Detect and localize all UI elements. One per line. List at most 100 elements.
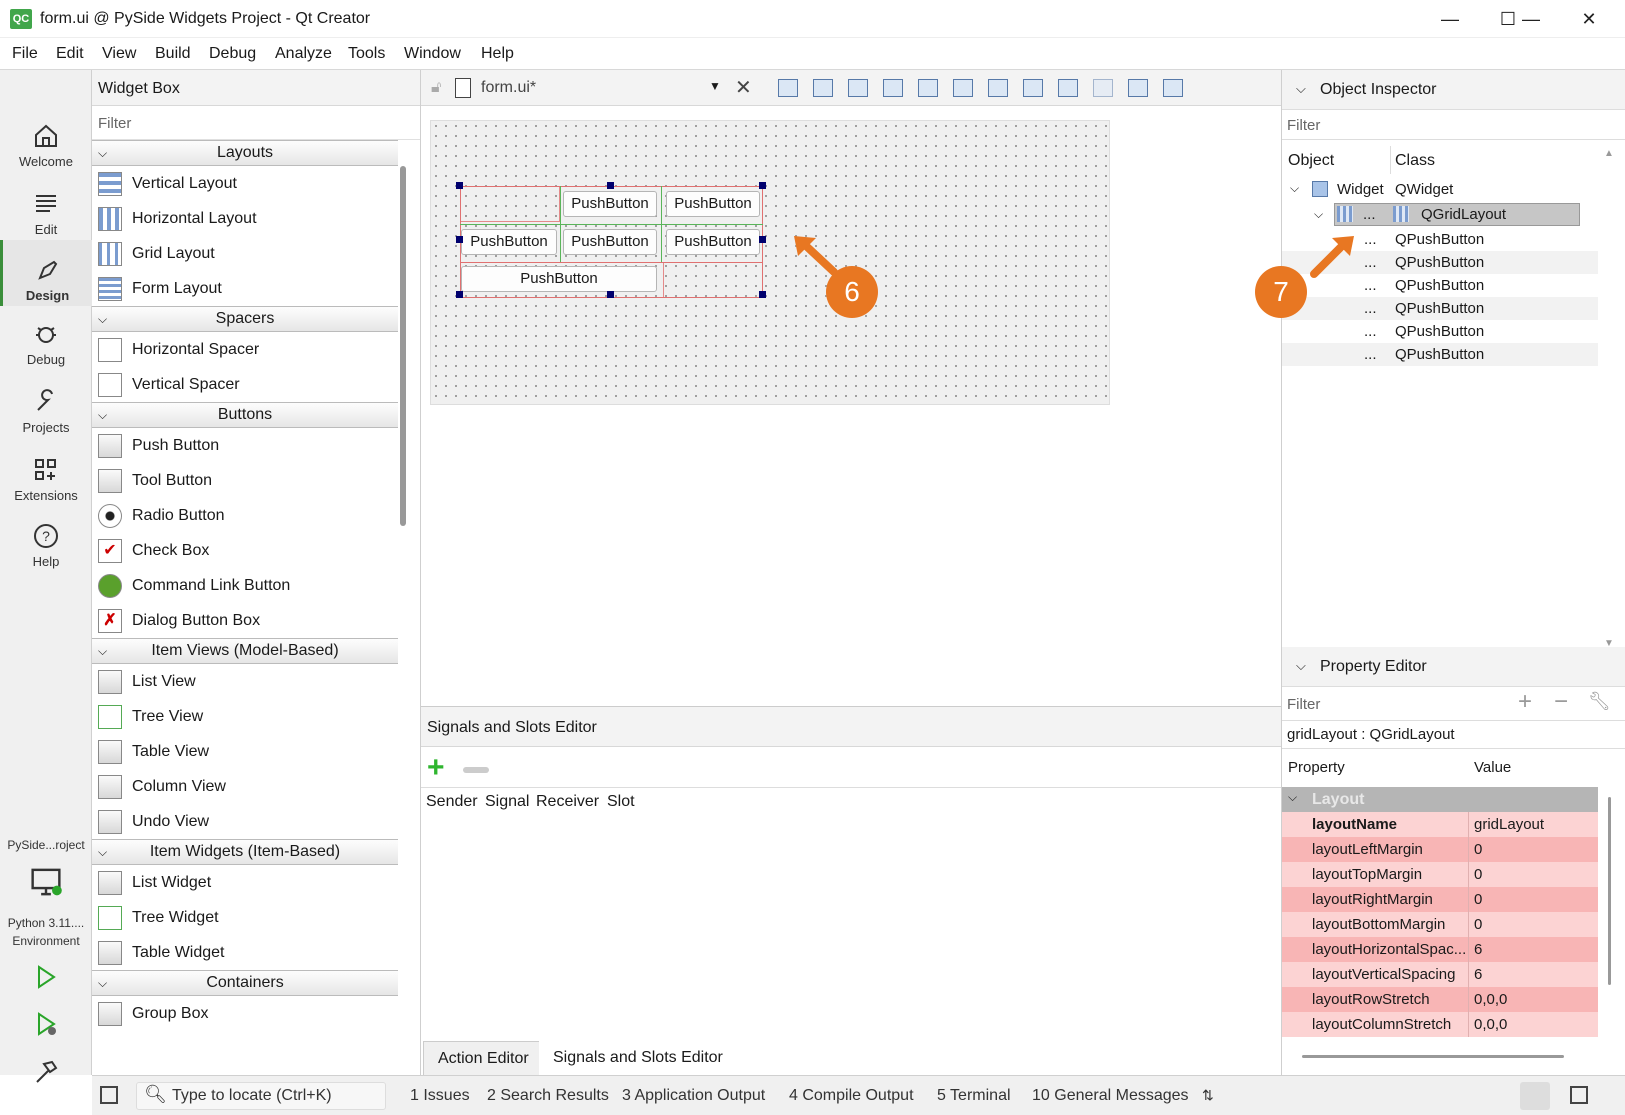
menu-build[interactable]: Build [155, 45, 191, 63]
edit-signals-slots-icon[interactable] [813, 79, 833, 97]
resize-handle[interactable] [759, 236, 766, 243]
toggle-right-sidebar-icon[interactable] [1570, 1086, 1588, 1104]
mode-help[interactable]: ? Help [0, 522, 92, 569]
widget-item-list-view[interactable]: List View [92, 664, 398, 699]
widget-item-grid-layout[interactable]: Grid Layout [92, 236, 398, 271]
widget-item-undo-view[interactable]: Undo View [92, 804, 398, 839]
tab-signals-slots-editor[interactable]: Signals and Slots Editor [539, 1041, 737, 1075]
output-pane-search-results[interactable]: 2 Search Results [487, 1087, 609, 1105]
property-value[interactable]: 0 [1474, 866, 1482, 883]
widget-item-vertical-spacer[interactable]: Vertical Spacer [92, 367, 398, 402]
debug-run-button[interactable] [0, 1010, 92, 1042]
property-value[interactable]: gridLayout [1474, 816, 1544, 833]
resize-handle[interactable] [456, 236, 463, 243]
menu-help[interactable]: Help [481, 45, 514, 63]
open-document-selector[interactable]: form.ui* [481, 79, 536, 97]
column-signal[interactable]: Signal [485, 793, 529, 811]
tree-row-pushbutton[interactable]: ... QPushButton [1282, 343, 1598, 366]
widget-item-list-widget[interactable]: List Widget [92, 865, 398, 900]
tab-action-editor[interactable]: Action Editor [423, 1041, 544, 1075]
output-pane-general-messages[interactable]: 10 General Messages [1032, 1087, 1189, 1105]
property-row[interactable]: layoutVerticalSpacing 6 [1282, 962, 1598, 987]
widget-item-command-link-button[interactable]: Command Link Button [92, 568, 398, 603]
edit-widgets-icon[interactable] [778, 79, 798, 97]
edit-tab-order-icon[interactable] [883, 79, 903, 97]
property-hscrollbar[interactable] [1302, 1055, 1564, 1058]
mode-debug[interactable]: Debug [0, 320, 92, 367]
menu-tools[interactable]: Tools [348, 45, 385, 63]
push-button-2[interactable]: PushButton [666, 191, 760, 217]
menu-view[interactable]: View [102, 45, 136, 63]
column-object[interactable]: Object [1288, 152, 1334, 170]
property-group-layout[interactable]: ⌵ Layout [1282, 787, 1598, 812]
break-layout-icon[interactable] [1128, 79, 1148, 97]
push-button-1[interactable]: PushButton [563, 191, 657, 217]
property-vscrollbar[interactable] [1608, 797, 1611, 985]
widget-item-form-layout[interactable]: Form Layout [92, 271, 398, 306]
resize-handle[interactable] [607, 291, 614, 298]
property-row[interactable]: layoutRowStretch 0,0,0 [1282, 987, 1598, 1012]
object-inspector-filter-input[interactable]: Filter [1282, 110, 1625, 140]
layout-horizontal-splitter-icon[interactable] [988, 79, 1008, 97]
property-row[interactable]: layoutBottomMargin 0 [1282, 912, 1598, 937]
resize-handle[interactable] [456, 182, 463, 189]
widget-item-horizontal-spacer[interactable]: Horizontal Spacer [92, 332, 398, 367]
category-buttons[interactable]: ⌵ Buttons [92, 402, 398, 428]
mode-welcome[interactable]: Welcome [0, 122, 92, 169]
mode-design[interactable]: Design [0, 240, 92, 306]
widget-box-scrollbar[interactable] [400, 166, 406, 526]
output-pane-application-output[interactable]: 3 Application Output [622, 1087, 765, 1105]
run-button[interactable] [0, 963, 92, 995]
push-button-4[interactable]: PushButton [563, 229, 657, 255]
category-layouts[interactable]: ⌵ Layouts [92, 140, 398, 166]
resize-handle[interactable] [759, 182, 766, 189]
add-property-icon[interactable]: + [1518, 688, 1532, 716]
menu-debug[interactable]: Debug [209, 45, 256, 63]
dropdown-arrow-icon[interactable]: ▼ [709, 79, 721, 93]
widget-item-tool-button[interactable]: Tool Button [92, 463, 398, 498]
push-button-6[interactable]: PushButton [461, 266, 657, 292]
widget-item-push-button[interactable]: Push Button [92, 428, 398, 463]
category-item-views[interactable]: ⌵ Item Views (Model-Based) [92, 638, 398, 664]
tree-row-gridlayout[interactable]: ... QGridLayout [1334, 203, 1580, 226]
property-row[interactable]: layoutLeftMargin 0 [1282, 837, 1598, 862]
resize-handle[interactable] [759, 291, 766, 298]
mode-extensions[interactable]: Extensions [0, 456, 92, 503]
tree-row-pushbutton[interactable]: ... QPushButton [1282, 320, 1598, 343]
resize-handle[interactable] [607, 182, 614, 189]
property-value[interactable]: 0,0,0 [1474, 1016, 1507, 1033]
widget-item-vertical-layout[interactable]: Vertical Layout [92, 166, 398, 201]
property-value[interactable]: 0 [1474, 841, 1482, 858]
property-row[interactable]: layoutHorizontalSpac... 6 [1282, 937, 1598, 962]
push-button-3[interactable]: PushButton [461, 229, 557, 255]
property-editor-filter-input[interactable]: Filter + − 🔧︎ [1282, 687, 1625, 721]
layout-vertically-icon[interactable] [953, 79, 973, 97]
property-value[interactable]: 0 [1474, 891, 1482, 908]
widget-item-table-view[interactable]: Table View [92, 734, 398, 769]
column-property[interactable]: Property [1288, 759, 1345, 776]
toggle-sidebar-icon[interactable] [100, 1086, 118, 1104]
column-sender[interactable]: Sender [426, 793, 478, 811]
column-slot[interactable]: Slot [607, 793, 635, 811]
widget-item-check-box[interactable]: ✔ Check Box [92, 533, 398, 568]
output-pane-terminal[interactable]: 5 Terminal [937, 1087, 1011, 1105]
widget-box-filter-input[interactable]: Filter [92, 106, 420, 140]
build-button[interactable] [0, 1058, 92, 1090]
more-panes-arrows-icon[interactable]: ⇅ [1202, 1087, 1214, 1104]
property-value[interactable]: 6 [1474, 941, 1482, 958]
add-connection-icon[interactable]: + [427, 753, 445, 783]
progress-details-icon[interactable] [1520, 1082, 1550, 1110]
scroll-up-icon[interactable]: ▲ [1604, 148, 1614, 159]
widget-item-group-box[interactable]: Group Box [92, 996, 398, 1031]
output-pane-issues[interactable]: 1 Issues [410, 1087, 470, 1105]
widget-item-dialog-button-box[interactable]: ✗ Dialog Button Box [92, 603, 398, 638]
menu-window[interactable]: Window [404, 45, 461, 63]
category-spacers[interactable]: ⌵ Spacers [92, 306, 398, 332]
menu-file[interactable]: File [12, 45, 38, 63]
mode-edit[interactable]: Edit [0, 190, 92, 237]
remove-property-icon[interactable]: − [1554, 688, 1568, 716]
property-row[interactable]: layoutTopMargin 0 [1282, 862, 1598, 887]
widget-item-tree-widget[interactable]: Tree Widget [92, 900, 398, 935]
layout-vertical-splitter-icon[interactable] [1023, 79, 1043, 97]
column-class[interactable]: Class [1395, 152, 1435, 170]
